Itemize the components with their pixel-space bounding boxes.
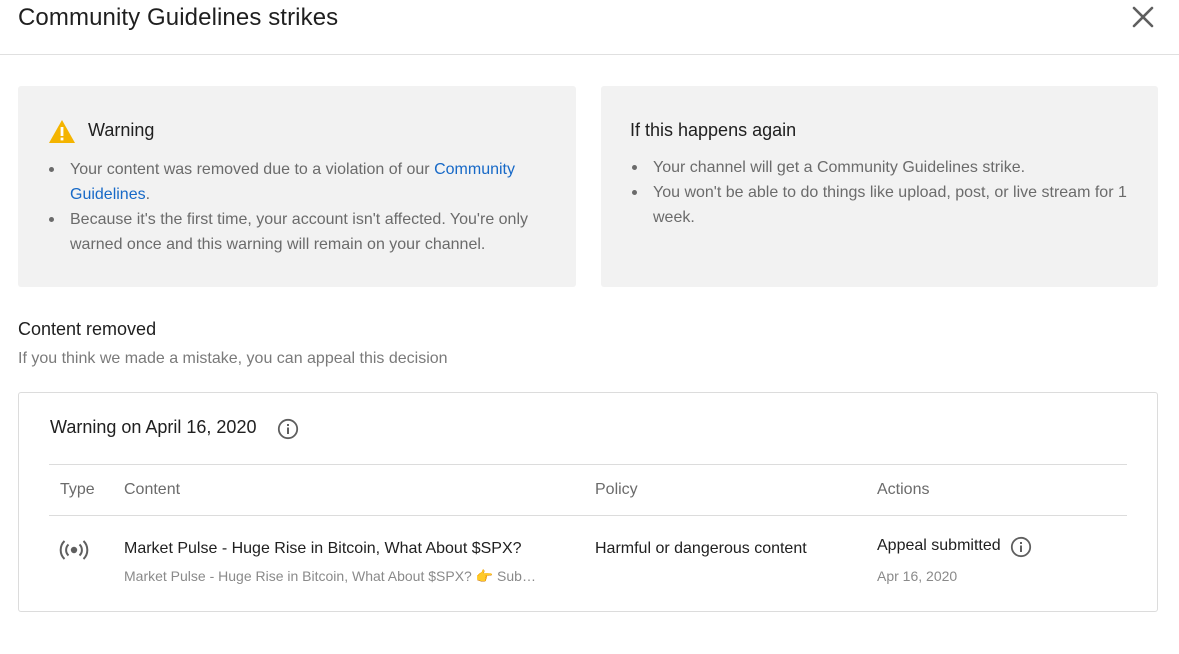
warning-card: Warning Your content was removed due to … xyxy=(18,86,576,287)
happens-again-bullet: Your channel will get a Community Guidel… xyxy=(631,155,1131,180)
live-stream-icon xyxy=(59,540,89,560)
warning-bullet: Because it's the first time, your accoun… xyxy=(48,207,558,257)
table-divider xyxy=(49,464,1127,465)
warning-bullet-period: . xyxy=(145,186,151,203)
warning-date-title: Warning on April 16, 2020 xyxy=(50,417,257,437)
warning-bullet: Your content was removed due to a violat… xyxy=(48,157,558,207)
info-icon[interactable] xyxy=(1010,536,1032,558)
warning-heading: Warning xyxy=(88,120,155,140)
dialog-header: Community Guidelines strikes xyxy=(0,0,1179,55)
happens-again-heading: If this happens again xyxy=(630,120,797,140)
close-icon[interactable] xyxy=(1128,2,1158,32)
column-header-actions: Actions xyxy=(877,481,930,498)
dialog-title: Community Guidelines strikes xyxy=(18,4,339,31)
close-button[interactable] xyxy=(1128,2,1158,32)
appeal-date: Apr 16, 2020 xyxy=(877,568,958,584)
content-description: Market Pulse - Huge Rise in Bitcoin, Wha… xyxy=(124,568,536,584)
happens-again-card: If this happens again Your channel will … xyxy=(601,86,1158,287)
column-header-content: Content xyxy=(124,481,181,498)
warning-icon xyxy=(49,120,75,143)
table-divider xyxy=(49,515,1127,516)
happens-again-bullets: Your channel will get a Community Guidel… xyxy=(631,155,1131,230)
appeal-status: Appeal submitted xyxy=(877,537,1001,554)
warning-bullet-text: Your content was removed due to a violat… xyxy=(70,161,435,178)
policy-text: Harmful or dangerous content xyxy=(595,540,807,557)
column-header-policy: Policy xyxy=(595,481,638,498)
content-removed-title: Content removed xyxy=(18,319,157,339)
content-title-link[interactable]: Market Pulse - Huge Rise in Bitcoin, Wha… xyxy=(124,540,522,558)
content-removed-subtitle: If you think we made a mistake, you can … xyxy=(18,350,448,367)
warning-panel: Warning on April 16, 2020 Type Content P… xyxy=(18,392,1158,612)
happens-again-bullet: You won't be able to do things like uplo… xyxy=(631,180,1131,230)
column-header-type: Type xyxy=(60,481,95,498)
warning-bullets: Your content was removed due to a violat… xyxy=(48,157,558,257)
info-icon[interactable] xyxy=(277,418,299,440)
